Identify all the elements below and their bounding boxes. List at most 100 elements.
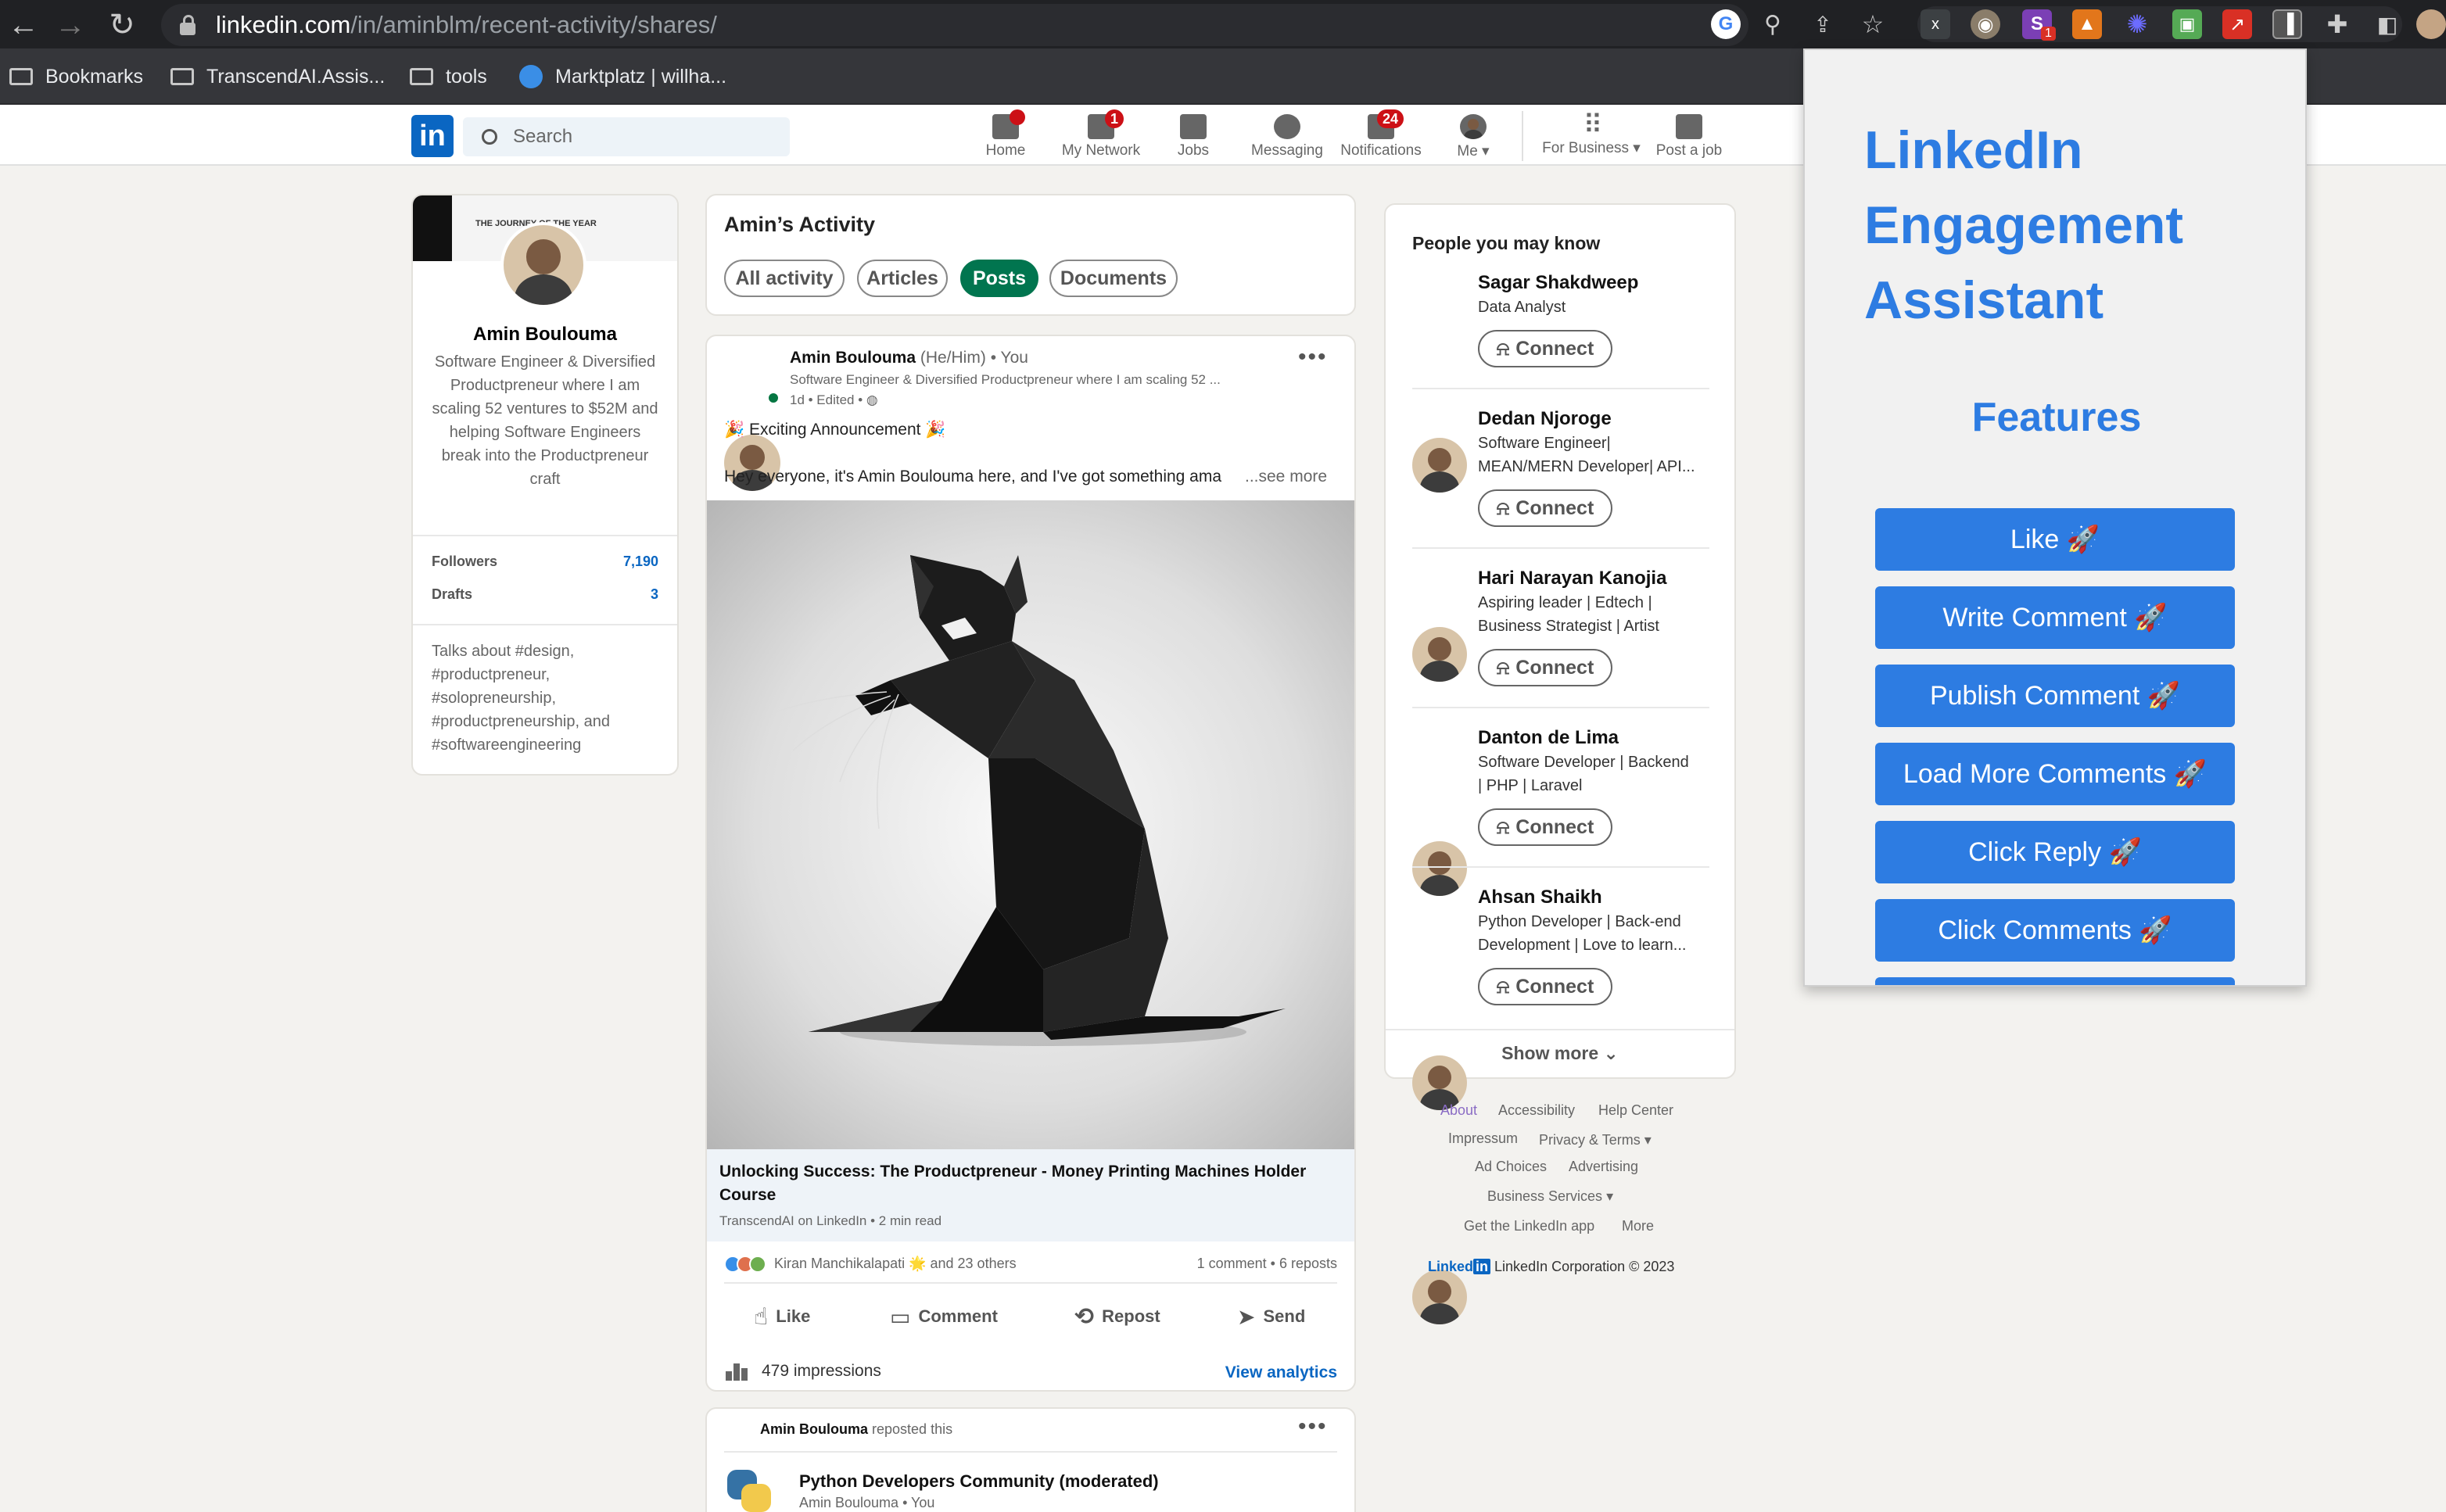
profile-name[interactable]: Amin Boulouma [413, 324, 677, 346]
owl-extension-icon[interactable]: ◉ [1971, 9, 2000, 39]
footer-ad-choices[interactable]: Ad Choices [1475, 1159, 1547, 1175]
sparkle-extension-icon[interactable]: ✺ [2122, 9, 2152, 39]
address-bar[interactable]: linkedin.com /in/aminblm/recent-activity… [161, 4, 1748, 46]
person-avatar[interactable] [1412, 1270, 1467, 1324]
person-headline: Python Developer | Back-end [1478, 913, 1681, 930]
view-analytics-link[interactable]: View analytics [1165, 1363, 1337, 1382]
write-comment-button[interactable]: Write Comment 🚀 [1875, 586, 2235, 649]
add-person-icon: ⍾ [1496, 975, 1510, 998]
arrow-extension-icon[interactable]: ↗ [2222, 9, 2252, 39]
footer-help-center[interactable]: Help Center [1598, 1102, 1673, 1119]
click-comments-button[interactable]: Click Comments 🚀 [1875, 899, 2235, 962]
chat-extension-icon[interactable]: ▣ [2172, 9, 2202, 39]
nav-for-business[interactable]: ⠿ For Business ▾ [1533, 108, 1650, 163]
reload-icon[interactable]: ↻ [100, 6, 144, 44]
publish-comment-button[interactable]: Publish Comment 🚀 [1875, 665, 2235, 727]
nav-my-network[interactable]: 1 My Network [1053, 108, 1149, 163]
thumbs-up-icon: ☝ [754, 1303, 769, 1330]
post-meta: 1d • Edited • ◍ [790, 392, 878, 407]
nav-jobs[interactable]: Jobs [1146, 108, 1240, 163]
next-feature-button[interactable] [1875, 977, 2235, 985]
add-person-icon: ⍾ [1496, 337, 1510, 360]
search-input[interactable]: Search [463, 117, 790, 156]
connect-button[interactable]: ⍾ Connect [1478, 649, 1612, 686]
filter-articles[interactable]: Articles [857, 260, 948, 297]
person-name[interactable]: Dedan Njoroge [1478, 408, 1612, 430]
footer-more[interactable]: More [1622, 1218, 1654, 1234]
messaging-icon [1274, 114, 1300, 139]
metamask-icon[interactable]: ▲ [2072, 9, 2102, 39]
more-options-icon[interactable]: ••• [1298, 344, 1328, 371]
profile-avatar[interactable] [500, 222, 586, 308]
x-extension-icon[interactable]: x [1921, 9, 1950, 39]
connect-button[interactable]: ⍾ Connect [1478, 968, 1612, 1005]
reactions-summary[interactable]: Kiran Manchikalapati 🌟 and 23 others [774, 1256, 1017, 1272]
bookmark-bookmarks[interactable]: Bookmarks [9, 59, 143, 94]
bookmark-tools[interactable]: tools [410, 59, 487, 94]
bookmark-star-icon[interactable]: ☆ [1858, 9, 1888, 39]
person-headline: Software Developer | Backend [1478, 754, 1689, 771]
filter-posts[interactable]: Posts [960, 260, 1038, 297]
bookmark-transcendai[interactable]: TranscendAI.Assis... [170, 59, 385, 94]
footer-privacy-terms[interactable]: Privacy & Terms ▾ [1539, 1132, 1652, 1148]
bar-chart-icon [726, 1360, 749, 1381]
folder-icon [410, 68, 433, 85]
forward-icon[interactable]: → [48, 6, 92, 44]
footer-business-services[interactable]: Business Services ▾ [1487, 1188, 1613, 1205]
back-icon[interactable]: ← [2, 6, 45, 44]
zoom-icon[interactable]: ⚲ [1758, 9, 1788, 39]
post-stats[interactable]: 1 comment • 6 reposts [1103, 1256, 1337, 1272]
repost-button[interactable]: ⟲ Repost [1074, 1301, 1160, 1332]
puzzle-icon[interactable]: ✚ [2322, 9, 2352, 39]
repost-group-name[interactable]: Python Developers Community (moderated) [799, 1471, 1159, 1492]
like-button[interactable]: ☝ Like [754, 1301, 810, 1332]
footer-get-app[interactable]: Get the LinkedIn app [1464, 1218, 1594, 1234]
person-avatar[interactable] [1412, 438, 1467, 493]
google-icon[interactable]: G [1711, 9, 1741, 39]
connect-button[interactable]: ⍾ Connect [1478, 330, 1612, 367]
like-feature-button[interactable]: Like 🚀 [1875, 508, 2235, 571]
profile-avatar-icon[interactable] [2416, 9, 2446, 39]
post-image[interactable] [707, 500, 1354, 1149]
nav-messaging[interactable]: Messaging [1240, 108, 1334, 163]
post-author[interactable]: Amin Boulouma [790, 349, 916, 367]
connect-button[interactable]: ⍾ Connect [1478, 489, 1612, 527]
person-name[interactable]: Ahsan Shaikh [1478, 887, 1602, 908]
linkedin-logo[interactable]: in [411, 115, 454, 157]
footer-about[interactable]: About [1440, 1102, 1477, 1119]
linkedin-assistant-extension-icon[interactable]: ▐ [2272, 9, 2302, 39]
talks-about: Talks about #design, #productpreneur, #s… [432, 643, 610, 754]
nav-me[interactable]: Me ▾ [1428, 108, 1519, 163]
bookmark-willhaben[interactable]: Marktplatz | willha... [519, 59, 726, 94]
drafts-count[interactable]: 3 [594, 586, 658, 603]
footer-impressum[interactable]: Impressum [1448, 1130, 1518, 1147]
send-button[interactable]: ➤ Send [1237, 1301, 1305, 1332]
url-path: /in/aminblm/recent-activity/shares/ [350, 11, 717, 38]
followers-count[interactable]: 7,190 [594, 554, 658, 570]
reaction-icons[interactable] [724, 1254, 771, 1274]
person-name[interactable]: Hari Narayan Kanojia [1478, 568, 1666, 589]
person-avatar[interactable] [1412, 841, 1467, 896]
click-reply-button[interactable]: Click Reply 🚀 [1875, 821, 2235, 883]
see-more-link[interactable]: ...see more [1245, 468, 1327, 486]
repost-line: Amin Boulouma reposted this [760, 1421, 953, 1437]
comment-button[interactable]: ▭ Comment [890, 1301, 998, 1332]
article-title[interactable]: Unlocking Success: The Productpreneur - … [719, 1160, 1337, 1207]
person-name[interactable]: Danton de Lima [1478, 727, 1619, 749]
share-icon[interactable]: ⇪ [1808, 9, 1838, 39]
person-avatar[interactable] [1412, 627, 1467, 682]
side-panel-icon[interactable]: ◧ [2372, 9, 2402, 39]
nav-home[interactable]: Home [959, 108, 1053, 163]
repost-more-options-icon[interactable]: ••• [1298, 1413, 1328, 1440]
load-more-comments-button[interactable]: Load More Comments 🚀 [1875, 743, 2235, 805]
footer-accessibility[interactable]: Accessibility [1498, 1102, 1575, 1119]
person-name[interactable]: Sagar Shakdweep [1478, 272, 1638, 294]
filter-all-activity[interactable]: All activity [724, 260, 845, 297]
filter-documents[interactable]: Documents [1049, 260, 1178, 297]
connect-button[interactable]: ⍾ Connect [1478, 808, 1612, 846]
nav-post-a-job[interactable]: Post a job [1642, 108, 1736, 163]
footer-advertising[interactable]: Advertising [1569, 1159, 1638, 1175]
online-indicator [766, 391, 780, 405]
show-more-button[interactable]: Show more ⌄ [1386, 1043, 1734, 1064]
nav-notifications[interactable]: 24 Notifications [1334, 108, 1428, 163]
